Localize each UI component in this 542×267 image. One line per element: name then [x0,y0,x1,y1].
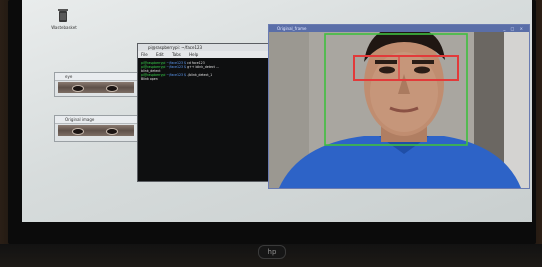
menu-help[interactable]: Help [189,52,198,57]
window-controls[interactable]: _ □ × [503,26,525,31]
eye-crop-image [58,82,134,93]
eye-window-1[interactable]: eye [54,72,138,97]
eye-window-2[interactable]: Original image [54,115,138,142]
left-eye [72,128,84,135]
left-eye [72,85,84,92]
camera-feed [269,32,529,188]
original-frame-title: Original_frame [277,26,307,31]
eye-window-2-titlebar[interactable]: Original image [55,116,137,124]
person-image [269,32,529,188]
terminal-line: Blink open [141,77,158,81]
terminal-title: pi@raspberrypi: ~/face123 [148,45,203,50]
hp-logo: hp [258,245,286,259]
original-frame-titlebar[interactable]: Original_frame _ □ × [269,25,529,32]
trash-icon[interactable] [56,8,70,23]
original-frame-window[interactable]: Original_frame _ □ × [268,24,530,189]
menu-file[interactable]: File [141,52,148,57]
eye-crop-image-2 [58,125,134,136]
right-eye [106,85,118,92]
eye-window-2-title: Original image [65,117,95,122]
menu-tabs[interactable]: Tabs [172,52,181,57]
eye-window-1-titlebar[interactable]: eye [55,73,137,81]
eye-window-1-title: eye [65,74,73,79]
monitor-photo: Wastebasket eye Original image pi@raspbe… [0,0,542,267]
right-eye [106,128,118,135]
desktop-screen: Wastebasket eye Original image pi@raspbe… [22,0,532,222]
trash-label: Wastebasket [51,25,77,30]
menu-edit[interactable]: Edit [156,52,164,57]
